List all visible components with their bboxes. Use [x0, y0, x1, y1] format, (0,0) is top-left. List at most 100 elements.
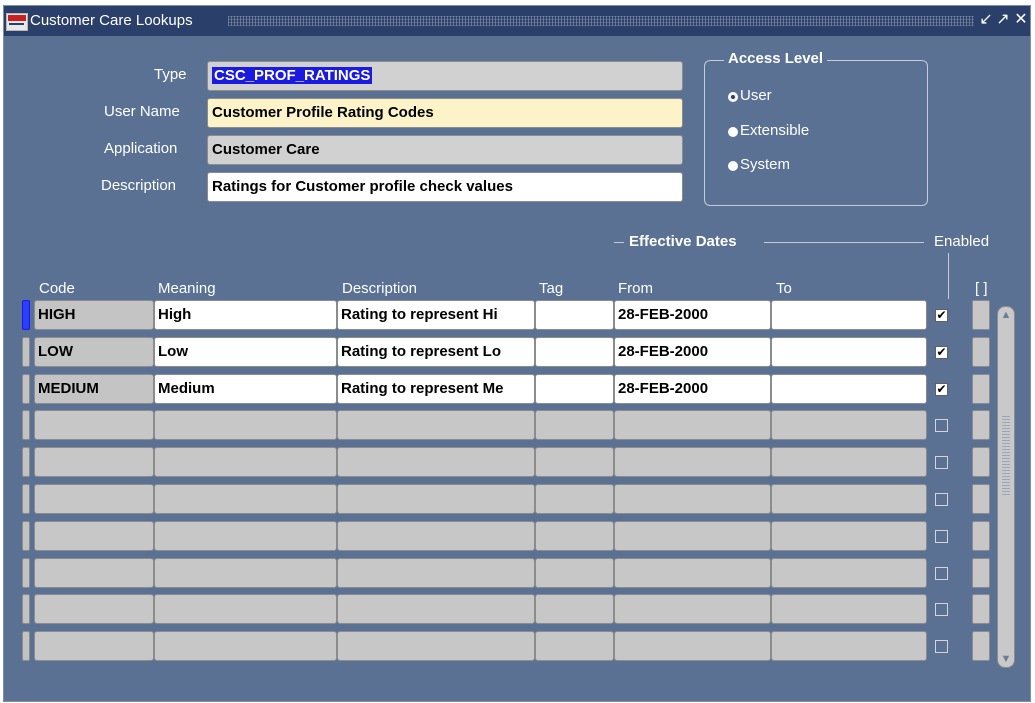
grid-cell-meaning[interactable]	[154, 558, 337, 588]
grid-cell-from[interactable]: 28-FEB-2000	[614, 337, 771, 367]
grid-cell-to[interactable]	[771, 484, 927, 514]
grid-cell-tag[interactable]	[535, 337, 614, 367]
minimize-icon[interactable]: ↙	[977, 11, 995, 29]
radio-system[interactable]	[728, 161, 738, 171]
enabled-checkbox[interactable]	[935, 603, 948, 616]
grid-cell-tag[interactable]	[535, 300, 614, 330]
grid-cell-description[interactable]: Rating to represent Hi	[337, 300, 535, 330]
grid-cell-description[interactable]	[337, 410, 535, 440]
grid-cell-tag[interactable]	[535, 447, 614, 477]
enabled-checkbox[interactable]: ✔	[935, 309, 948, 322]
radio-system-label[interactable]: System	[740, 156, 790, 173]
grid-cell-tag[interactable]	[535, 374, 614, 404]
grid-cell-code[interactable]	[34, 594, 154, 624]
grid-cell-description[interactable]	[337, 447, 535, 477]
type-field[interactable]: CSC_PROF_RATINGS	[207, 61, 683, 91]
grid-cell-to[interactable]	[771, 410, 927, 440]
grid-cell-from[interactable]	[614, 521, 771, 551]
descriptive-flexfield-button[interactable]	[972, 631, 990, 661]
maximize-icon[interactable]: ↗	[994, 11, 1012, 29]
enabled-checkbox[interactable]	[935, 419, 948, 432]
row-indicator[interactable]	[22, 337, 30, 367]
grid-cell-meaning[interactable]	[154, 594, 337, 624]
grid-cell-tag[interactable]	[535, 521, 614, 551]
enabled-checkbox[interactable]	[935, 493, 948, 506]
grid-cell-to[interactable]	[771, 300, 927, 330]
grid-cell-from[interactable]: 28-FEB-2000	[614, 374, 771, 404]
radio-user-label[interactable]: User	[740, 87, 772, 104]
grid-cell-to[interactable]	[771, 374, 927, 404]
enabled-checkbox[interactable]: ✔	[935, 383, 948, 396]
descriptive-flexfield-button[interactable]	[972, 374, 990, 404]
descriptive-flexfield-button[interactable]	[972, 521, 990, 551]
grid-cell-description[interactable]	[337, 521, 535, 551]
grid-cell-to[interactable]	[771, 558, 927, 588]
grid-cell-meaning[interactable]: Low	[154, 337, 337, 367]
radio-extensible-label[interactable]: Extensible	[740, 122, 809, 139]
descriptive-flexfield-button[interactable]	[972, 594, 990, 624]
grid-cell-code[interactable]: LOW	[34, 337, 154, 367]
grid-cell-code[interactable]	[34, 447, 154, 477]
grid-cell-meaning[interactable]	[154, 631, 337, 661]
user-name-field[interactable]: Customer Profile Rating Codes	[207, 98, 683, 128]
grid-cell-code[interactable]	[34, 521, 154, 551]
radio-user[interactable]	[728, 92, 738, 102]
row-indicator[interactable]	[22, 558, 30, 588]
grid-cell-tag[interactable]	[535, 484, 614, 514]
row-indicator[interactable]	[22, 631, 30, 661]
grid-cell-code[interactable]: HIGH	[34, 300, 154, 330]
grid-cell-to[interactable]	[771, 594, 927, 624]
grid-cell-from[interactable]	[614, 594, 771, 624]
grid-cell-code[interactable]: MEDIUM	[34, 374, 154, 404]
scroll-down-icon[interactable]: ▼	[1000, 653, 1012, 665]
grid-cell-description[interactable]	[337, 558, 535, 588]
grid-cell-from[interactable]	[614, 631, 771, 661]
descriptive-flexfield-button[interactable]	[972, 300, 990, 330]
application-field[interactable]: Customer Care	[207, 135, 683, 165]
grid-cell-description[interactable]: Rating to represent Lo	[337, 337, 535, 367]
descriptive-flexfield-button[interactable]	[972, 410, 990, 440]
scroll-thumb-grip[interactable]	[1002, 415, 1010, 495]
grid-cell-to[interactable]	[771, 521, 927, 551]
grid-scrollbar[interactable]: ▲ ▼	[997, 306, 1015, 668]
grid-cell-code[interactable]	[34, 558, 154, 588]
grid-cell-from[interactable]	[614, 484, 771, 514]
grid-cell-code[interactable]	[34, 410, 154, 440]
grid-cell-meaning[interactable]	[154, 484, 337, 514]
grid-cell-code[interactable]	[34, 484, 154, 514]
row-indicator[interactable]	[22, 484, 30, 514]
descriptive-flexfield-button[interactable]	[972, 447, 990, 477]
grid-cell-tag[interactable]	[535, 410, 614, 440]
grid-cell-to[interactable]	[771, 631, 927, 661]
enabled-checkbox[interactable]: ✔	[935, 346, 948, 359]
grid-cell-meaning[interactable]	[154, 410, 337, 440]
grid-cell-from[interactable]	[614, 558, 771, 588]
descriptive-flexfield-button[interactable]	[972, 484, 990, 514]
radio-extensible[interactable]	[728, 127, 738, 137]
enabled-checkbox[interactable]	[935, 567, 948, 580]
grid-cell-meaning[interactable]	[154, 447, 337, 477]
grid-cell-from[interactable]	[614, 447, 771, 477]
grid-cell-tag[interactable]	[535, 558, 614, 588]
row-indicator[interactable]	[22, 447, 30, 477]
row-indicator[interactable]	[22, 521, 30, 551]
grid-cell-from[interactable]: 28-FEB-2000	[614, 300, 771, 330]
grid-cell-description[interactable]: Rating to represent Me	[337, 374, 535, 404]
row-indicator[interactable]	[22, 594, 30, 624]
grid-cell-to[interactable]	[771, 337, 927, 367]
grid-cell-to[interactable]	[771, 447, 927, 477]
row-indicator[interactable]	[22, 410, 30, 440]
row-indicator[interactable]	[22, 374, 30, 404]
grid-cell-meaning[interactable]: Medium	[154, 374, 337, 404]
enabled-checkbox[interactable]	[935, 530, 948, 543]
title-bar[interactable]: Customer Care Lookups ↙ ↗ ✕	[4, 6, 1030, 36]
scroll-up-icon[interactable]: ▲	[1000, 309, 1012, 321]
grid-cell-description[interactable]	[337, 594, 535, 624]
enabled-checkbox[interactable]	[935, 640, 948, 653]
grid-cell-meaning[interactable]	[154, 521, 337, 551]
grid-cell-description[interactable]	[337, 484, 535, 514]
grid-cell-tag[interactable]	[535, 594, 614, 624]
grid-cell-code[interactable]	[34, 631, 154, 661]
row-indicator[interactable]	[22, 300, 30, 330]
description-field[interactable]: Ratings for Customer profile check value…	[207, 172, 683, 202]
